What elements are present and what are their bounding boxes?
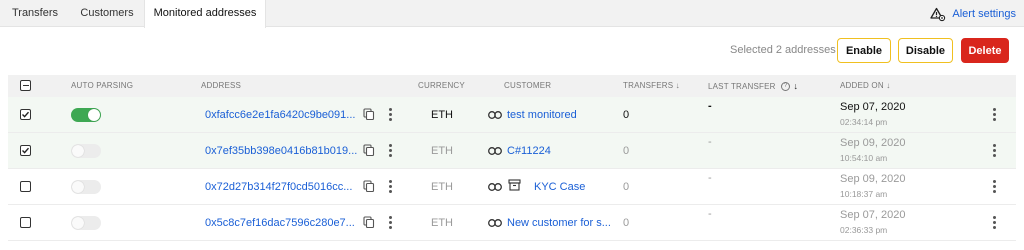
table-header: AUTO PARSING ADDRESS CURRENCY CUSTOMER T… (8, 75, 1016, 97)
transfers-count: 0 (623, 217, 630, 229)
address-link[interactable]: 0x72d27b314f27f0cd5016cc... (205, 181, 352, 193)
address-link[interactable]: 0x7ef35bb398e0416b81b019... (205, 145, 357, 157)
copy-icon[interactable] (363, 108, 375, 124)
link-icon (488, 218, 502, 230)
added-time: 10:54:10 am (840, 153, 888, 163)
auto-parsing-toggle[interactable] (71, 216, 101, 230)
added-date: Sep 07, 2020 (840, 101, 906, 113)
customer-link[interactable]: test monitored (507, 109, 577, 121)
delete-button[interactable]: Delete (961, 38, 1009, 63)
auto-parsing-toggle[interactable] (71, 144, 101, 158)
column-transfers[interactable]: TRANSFERS ↓ (623, 75, 680, 97)
auto-parsing-toggle[interactable] (71, 108, 101, 122)
sort-arrow-icon[interactable]: ↓ (794, 81, 799, 91)
enable-button[interactable]: Enable (837, 38, 891, 63)
tab-monitored-addresses[interactable]: Monitored addresses (144, 0, 266, 28)
column-added-on[interactable]: ADDED ON ↓ (840, 75, 890, 97)
column-address: ADDRESS (201, 81, 242, 90)
added-time: 10:18:37 am (840, 189, 888, 199)
tab-transfers[interactable]: Transfers (0, 0, 70, 27)
case-icon (508, 179, 521, 194)
select-all-checkbox[interactable] (20, 80, 31, 91)
row-checkbox[interactable] (20, 217, 31, 228)
customer-link[interactable]: KYC Case (534, 181, 585, 193)
tab-customers[interactable]: Customers (70, 0, 144, 27)
column-last-transfer-label: LAST TRANSFER (708, 82, 776, 91)
table-row[interactable]: 0x7ef35bb398e0416b81b019... ETH C#11224 … (8, 133, 1016, 169)
row-actions-icon[interactable] (389, 180, 393, 195)
address-link[interactable]: 0xfafcc6e2e1fa6420c9be091... (205, 109, 355, 121)
disable-button[interactable]: Disable (898, 38, 953, 63)
transfers-count: 0 (623, 181, 630, 193)
currency: ETH (431, 109, 453, 121)
row-menu-icon[interactable] (993, 180, 997, 195)
added-time: 02:34:14 pm (840, 117, 888, 127)
alert-settings-label[interactable]: Alert settings (952, 8, 1016, 20)
alert-settings-link[interactable]: Alert settings (930, 5, 1016, 23)
column-auto-parsing: AUTO PARSING (71, 81, 134, 90)
row-checkbox[interactable] (20, 181, 31, 192)
row-actions-icon[interactable] (389, 144, 393, 159)
last-transfer: - (708, 208, 712, 220)
row-actions-icon[interactable] (389, 108, 393, 123)
address-link[interactable]: 0x5c8c7ef16dac7596c280e7... (205, 217, 355, 229)
table-row[interactable]: 0x72d27b314f27f0cd5016cc... ETH KYC Case… (8, 169, 1016, 205)
row-checkbox[interactable] (20, 109, 31, 120)
added-date: Sep 09, 2020 (840, 137, 906, 149)
row-checkbox[interactable] (20, 145, 31, 156)
added-date: Sep 07, 2020 (840, 209, 906, 221)
last-transfer: - (708, 100, 712, 112)
added-date: Sep 09, 2020 (840, 173, 906, 185)
column-customer[interactable]: CUSTOMER (504, 75, 551, 97)
selection-count: Selected 2 addresses (730, 44, 836, 56)
link-icon (488, 110, 502, 122)
customer-link[interactable]: New customer for s... (507, 217, 611, 229)
copy-icon[interactable] (363, 180, 375, 196)
copy-icon[interactable] (363, 216, 375, 232)
column-last-transfer[interactable]: LAST TRANSFER ? ↓ (708, 75, 798, 97)
currency: ETH (431, 181, 453, 193)
last-transfer: - (708, 172, 712, 184)
link-icon (488, 146, 502, 158)
alert-settings-icon (930, 7, 946, 22)
currency: ETH (431, 145, 453, 157)
row-menu-icon[interactable] (993, 216, 997, 231)
table-row[interactable]: 0xfafcc6e2e1fa6420c9be091... ETH test mo… (8, 97, 1016, 133)
tab-bar: Transfers Customers Monitored addresses … (0, 0, 1024, 28)
currency: ETH (431, 217, 453, 229)
copy-icon[interactable] (363, 144, 375, 160)
link-icon (488, 182, 502, 194)
added-time: 02:36:33 pm (840, 225, 888, 235)
row-menu-icon[interactable] (993, 108, 997, 123)
auto-parsing-toggle[interactable] (71, 180, 101, 194)
transfers-count: 0 (623, 145, 630, 157)
column-currency: CURRENCY (418, 81, 465, 90)
table-row[interactable]: 0x5c8c7ef16dac7596c280e7... ETH New cust… (8, 205, 1016, 241)
row-actions-icon[interactable] (389, 216, 393, 231)
transfers-count: 0 (623, 109, 630, 121)
row-menu-icon[interactable] (993, 144, 997, 159)
last-transfer: - (708, 136, 712, 148)
help-icon[interactable]: ? (781, 82, 791, 92)
customer-link[interactable]: C#11224 (507, 145, 551, 157)
